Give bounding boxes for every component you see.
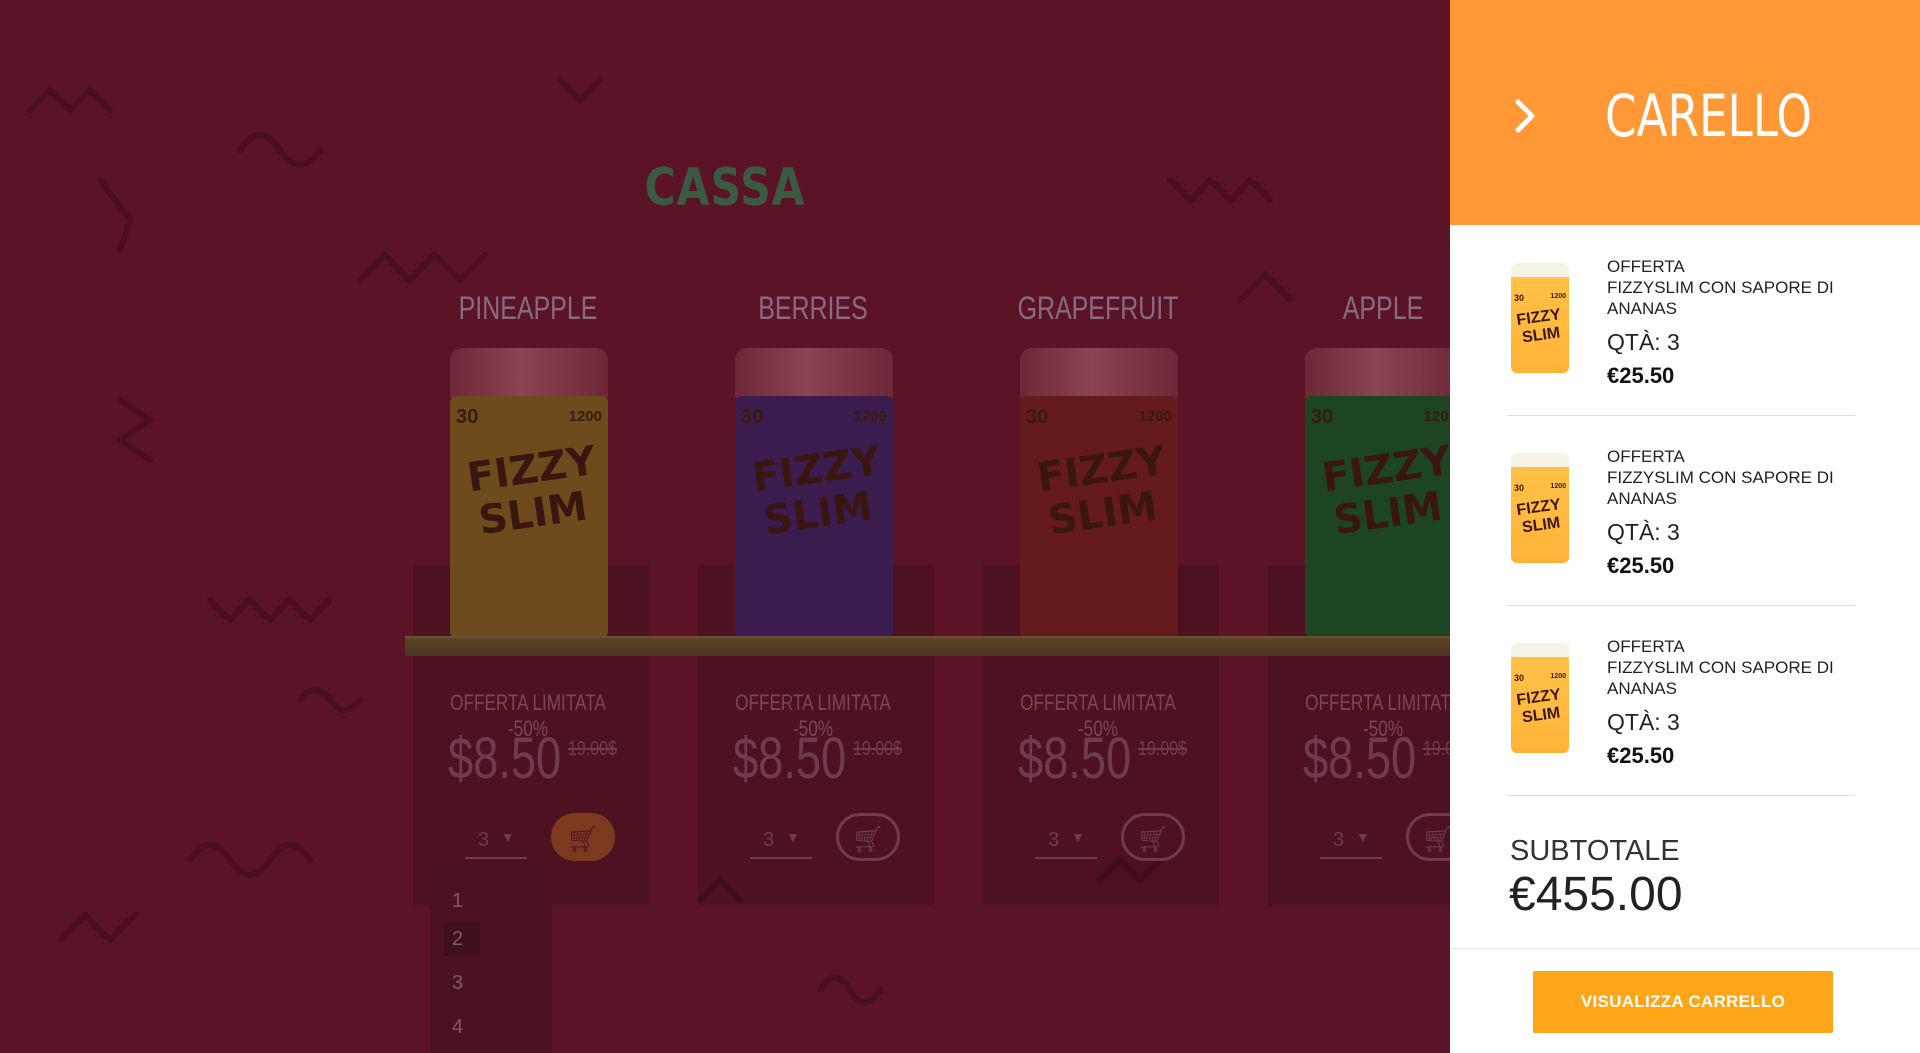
- quantity-select[interactable]: 3 ▼: [750, 825, 812, 859]
- cart-item-price: €25.50: [1607, 553, 1675, 578]
- quantity-select[interactable]: 3 ▼: [465, 825, 527, 859]
- quantity-value: 3: [763, 829, 775, 851]
- old-price: 19.00$: [568, 738, 617, 760]
- cart-icon: 🛒︎: [851, 824, 885, 854]
- add-to-cart-button[interactable]: 🛒︎: [551, 813, 615, 861]
- jar-mg-label: 1200: [1138, 408, 1172, 425]
- price: $8.50: [1018, 726, 1132, 791]
- thumb-count-label: 30: [1514, 483, 1525, 493]
- quantity-select[interactable]: 3 ▼: [1320, 825, 1382, 859]
- cart-item-quantity: QTÀ: 3: [1607, 709, 1680, 735]
- jar-lid: [735, 348, 893, 400]
- cart-title: CARELLO: [1605, 82, 1812, 150]
- view-cart-button[interactable]: VISUALIZZA CARRELLO: [1533, 971, 1833, 1033]
- quantity-option-highlighted[interactable]: 2: [444, 922, 480, 956]
- product-flavor: BERRIES: [758, 290, 868, 326]
- cart-item: 30 1200 FIZZY SLIM OFFERTA FIZZYSLIM CON S…: [1507, 225, 1855, 416]
- thumb-mg-label: 1200: [1550, 483, 1566, 490]
- subtotal-label: SUBTOTALE: [1510, 835, 1680, 867]
- quantity-option[interactable]: 3: [444, 966, 480, 1000]
- quantity-value: 3: [1048, 829, 1060, 851]
- product-thumbnail: 30 1200 FIZZY SLIM: [1511, 263, 1569, 373]
- price: $8.50: [733, 726, 847, 791]
- divider: [1450, 948, 1920, 949]
- quantity-dropdown-menu: 1 2 3 4: [430, 866, 552, 1053]
- jar-count-label: 30: [741, 406, 764, 428]
- jar-count-label: 30: [1311, 406, 1334, 428]
- cart-item-price: €25.50: [1607, 363, 1675, 388]
- jar-count-label: 30: [1026, 406, 1049, 428]
- jar-lid: [1305, 348, 1463, 400]
- thumb-count-label: 30: [1514, 293, 1525, 303]
- fizzyslim-logo: FIZZY SLIM: [1515, 496, 1562, 537]
- cart-item: 30 1200 FIZZY SLIM OFFERTA FIZZYSLIM CON S…: [1507, 605, 1855, 796]
- old-price: 19.00$: [1138, 738, 1187, 760]
- thumb-mg-label: 1200: [1550, 293, 1566, 300]
- wooden-shelf: [405, 636, 1450, 656]
- jar-lid: [1020, 348, 1178, 400]
- cart-icon: 🛒︎: [1136, 824, 1170, 854]
- product-jar-image: 30 1200 FIZZY SLIM: [1305, 348, 1465, 638]
- quantity-option[interactable]: 4: [444, 1010, 480, 1044]
- caret-down-icon: ▼: [786, 829, 800, 845]
- quantity-value: 3: [1333, 829, 1345, 851]
- jar-mg-label: 1200: [853, 408, 887, 425]
- product-flavor: APPLE: [1342, 290, 1424, 326]
- quantity-select[interactable]: 3 ▼: [1035, 825, 1097, 859]
- cart-item-price: €25.50: [1607, 743, 1675, 768]
- chevron-right-icon[interactable]: [1512, 92, 1540, 140]
- jar-mg-label: 1200: [568, 408, 602, 425]
- fizzyslim-logo: FIZZY SLIM: [1515, 686, 1562, 727]
- product-flavor: GRAPEFRUIT: [1017, 290, 1179, 326]
- thumb-count-label: 30: [1514, 673, 1525, 683]
- old-price: 19.00$: [853, 738, 902, 760]
- cart-item-quantity: QTÀ: 3: [1607, 329, 1680, 355]
- product-thumbnail: 30 1200 FIZZY SLIM: [1511, 453, 1569, 563]
- fizzyslim-logo: FIZZY SLIM: [1319, 437, 1454, 545]
- thumb-mg-label: 1200: [1550, 673, 1566, 680]
- cart-item-name: OFFERTA FIZZYSLIM CON SAPORE DI ANANAS: [1607, 257, 1834, 318]
- page-title: CASSA: [644, 158, 806, 218]
- cart-item-name: OFFERTA FIZZYSLIM CON SAPORE DI ANANAS: [1607, 447, 1834, 508]
- product-jar-image: 30 1200 FIZZY SLIM: [450, 348, 610, 638]
- caret-down-icon: ▼: [501, 829, 515, 845]
- product-jar-image: 30 1200 FIZZY SLIM: [735, 348, 895, 638]
- quantity-option[interactable]: 1: [444, 884, 480, 918]
- jar-lid: [450, 348, 608, 400]
- subtotal-value: €455.00: [1509, 868, 1683, 921]
- fizzyslim-logo: FIZZY SLIM: [1515, 306, 1562, 347]
- product-jar-image: 30 1200 FIZZY SLIM: [1020, 348, 1180, 638]
- caret-down-icon: ▼: [1071, 829, 1085, 845]
- fizzyslim-logo: FIZZY SLIM: [1034, 437, 1169, 545]
- cart-item: 30 1200 FIZZY SLIM OFFERTA FIZZYSLIM CON S…: [1507, 415, 1855, 606]
- price: $8.50: [1303, 726, 1417, 791]
- jar-count-label: 30: [456, 406, 479, 428]
- cart-icon: 🛒︎: [566, 824, 600, 854]
- price: $8.50: [448, 726, 562, 791]
- add-to-cart-button[interactable]: 🛒︎: [836, 813, 900, 861]
- cart-item-quantity: QTÀ: 3: [1607, 519, 1680, 545]
- fizzyslim-logo: FIZZY SLIM: [749, 437, 884, 545]
- quantity-value: 3: [478, 829, 490, 851]
- cart-drawer: CARELLO 30 1200 FIZZY SLIM OFFERTA FIZZYSL…: [1450, 0, 1920, 1053]
- product-thumbnail: 30 1200 FIZZY SLIM: [1511, 643, 1569, 753]
- cart-item-name: OFFERTA FIZZYSLIM CON SAPORE DI ANANAS: [1607, 637, 1834, 698]
- product-flavor: PINEAPPLE: [458, 290, 598, 326]
- caret-down-icon: ▼: [1356, 829, 1370, 845]
- fizzyslim-logo: FIZZY SLIM: [464, 437, 599, 545]
- cart-drawer-header: CARELLO: [1450, 0, 1920, 225]
- add-to-cart-button[interactable]: 🛒︎: [1121, 813, 1185, 861]
